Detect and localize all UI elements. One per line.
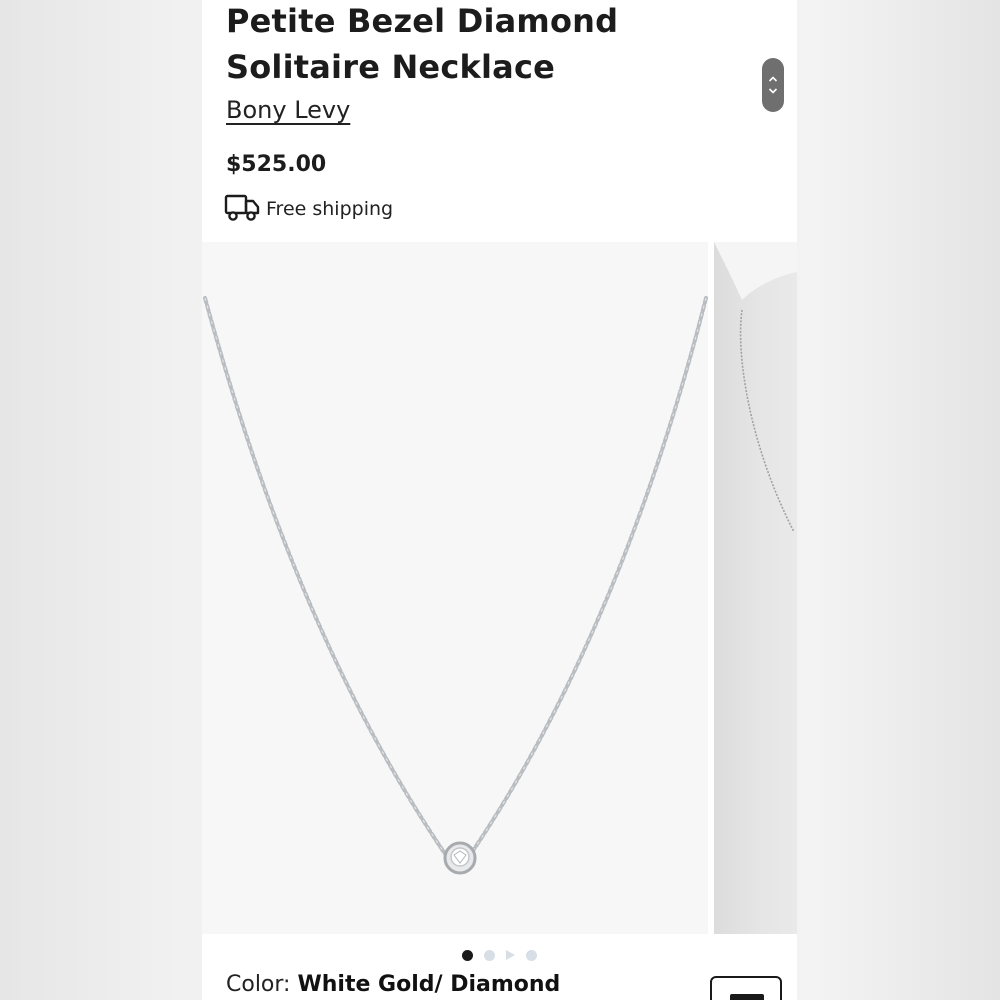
product-image-next[interactable]	[714, 242, 797, 934]
product-title: Petite Bezel Diamond Solitaire Necklace	[226, 2, 619, 86]
pagination-dot[interactable]	[484, 949, 495, 961]
necklace-image	[203, 296, 708, 875]
color-value: White Gold/ Diamond	[297, 972, 561, 997]
color-swatch-button[interactable]	[710, 976, 782, 1000]
gallery-pagination	[202, 947, 797, 963]
scroll-control[interactable]	[762, 58, 784, 112]
pagination-dot-active[interactable]	[462, 949, 473, 961]
product-image-main[interactable]	[202, 242, 708, 934]
model-image	[714, 242, 797, 533]
shipping-label: Free shipping	[266, 198, 394, 220]
product-price: $525.00	[226, 152, 327, 177]
shipping-info: Free shipping	[224, 192, 393, 226]
color-label: Color:	[226, 972, 291, 997]
video-play-icon[interactable]	[506, 950, 515, 960]
chevron-up-icon[interactable]	[768, 75, 778, 83]
product-page: Petite Bezel Diamond Solitaire Necklace …	[202, 0, 797, 1000]
chevron-down-icon[interactable]	[768, 87, 778, 95]
brand-link[interactable]: Bony Levy	[226, 96, 350, 124]
image-gallery[interactable]	[202, 242, 797, 934]
pagination-dot[interactable]	[526, 949, 537, 961]
truck-icon	[224, 192, 260, 226]
color-selection: Color: White Gold/ Diamond	[226, 972, 560, 997]
